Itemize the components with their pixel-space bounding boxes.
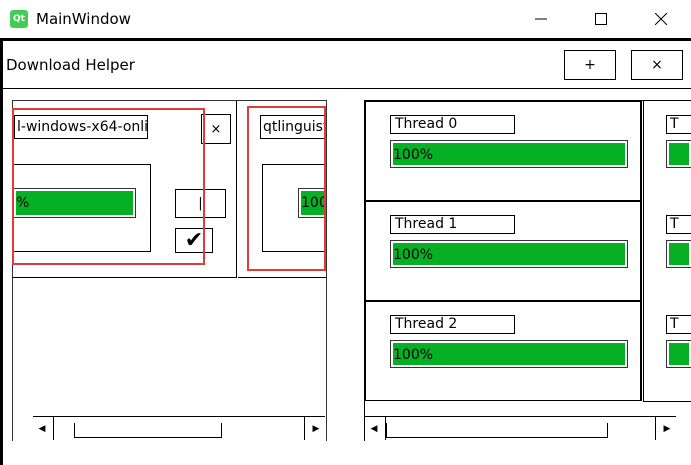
scroll-right-icon[interactable]: ▶ xyxy=(658,417,676,441)
qt-logo-icon: Qt xyxy=(10,10,28,28)
downloads-horizontal-scrollbar[interactable]: ◀ ▶ xyxy=(33,416,325,440)
thread-progress-fill: 100% xyxy=(393,343,625,365)
thread-label: Thread 1 xyxy=(390,215,515,234)
threads-horizontal-scrollbar[interactable]: ◀ ▶ xyxy=(365,416,676,440)
thread-progress-bar: 100% xyxy=(390,340,628,368)
thread-progress-fill: 100% xyxy=(393,243,625,265)
scroll-track[interactable] xyxy=(53,417,305,440)
header-divider xyxy=(3,88,691,89)
frame-border-left xyxy=(0,38,3,465)
thread-progress-bar xyxy=(666,140,691,168)
minimize-icon xyxy=(535,18,547,20)
scroll-right-icon[interactable]: ▶ xyxy=(307,417,325,441)
add-download-button[interactable]: + xyxy=(564,50,616,80)
app-title: Download Helper xyxy=(6,56,135,74)
close-icon xyxy=(655,13,667,25)
scroll-track[interactable] xyxy=(385,417,656,440)
highlight-box xyxy=(247,106,326,271)
scroll-left-icon[interactable]: ◀ xyxy=(365,417,383,441)
scroll-thumb[interactable] xyxy=(386,423,608,438)
thread-progress-bar xyxy=(666,240,691,268)
thread-label: T xyxy=(666,215,691,234)
frame-border-top xyxy=(0,38,691,41)
window-title: MainWindow xyxy=(36,10,131,28)
thread-column-divider xyxy=(643,401,691,402)
thread-progress-bar: 100% xyxy=(390,140,628,168)
scroll-thumb[interactable] xyxy=(74,423,222,438)
thread-label: Thread 0 xyxy=(390,115,515,134)
close-panel-button[interactable]: × xyxy=(631,50,683,80)
thread-progress-bar: 100% xyxy=(390,240,628,268)
minimize-button[interactable] xyxy=(511,0,571,38)
thread-progress-fill xyxy=(669,143,689,165)
maximize-button[interactable] xyxy=(571,0,631,38)
thread-label: Thread 2 xyxy=(390,315,515,334)
thread-label: T xyxy=(666,115,691,134)
thread-progress-fill xyxy=(669,343,689,365)
maximize-icon xyxy=(595,13,607,25)
scroll-left-icon[interactable]: ◀ xyxy=(33,417,51,441)
thread-progress-bar xyxy=(666,340,691,368)
thread-label: T xyxy=(666,315,691,334)
remove-download-button[interactable]: × xyxy=(201,114,231,144)
close-window-button[interactable] xyxy=(631,0,691,38)
thread-progress-fill xyxy=(669,243,689,265)
highlight-box xyxy=(12,108,205,265)
thread-progress-fill: 100% xyxy=(393,143,625,165)
